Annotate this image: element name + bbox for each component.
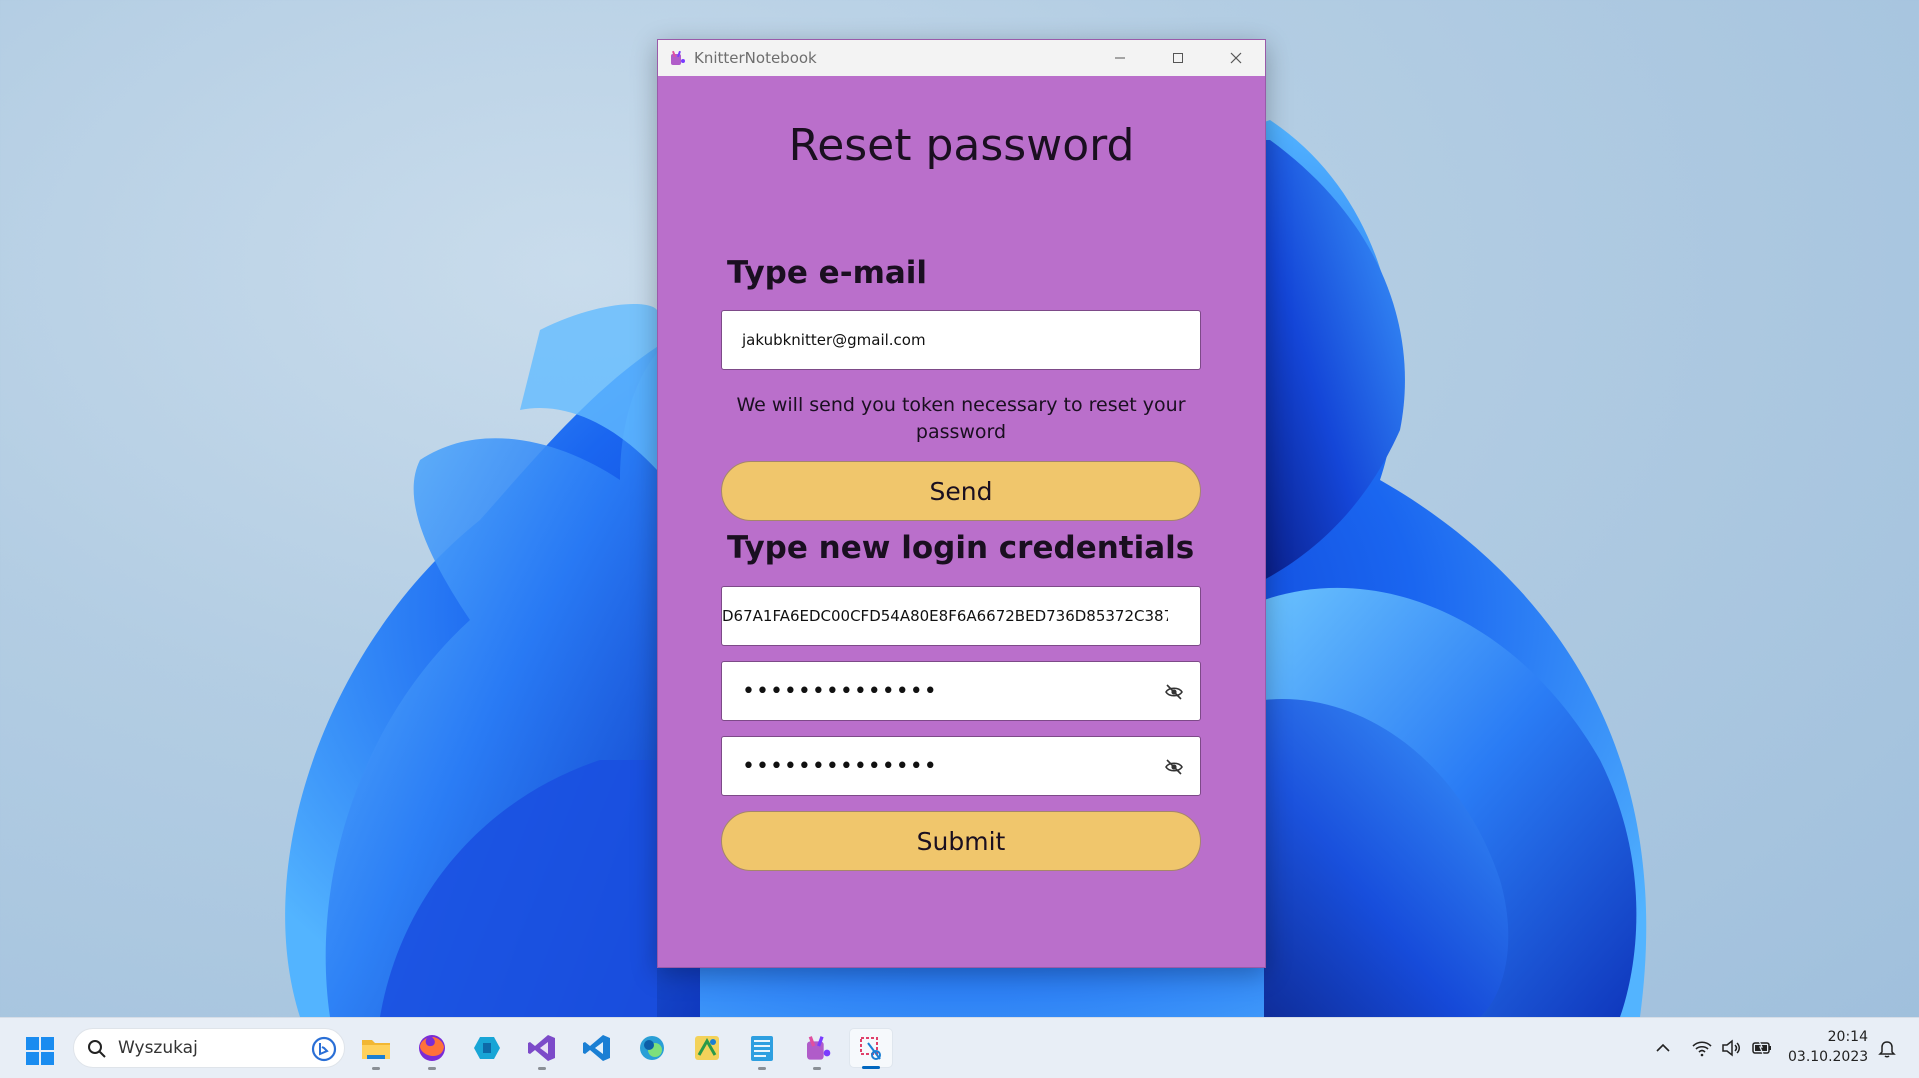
submit-button[interactable]: Submit xyxy=(721,811,1201,871)
send-button[interactable]: Send xyxy=(721,461,1201,521)
visual-studio-icon[interactable] xyxy=(520,1028,564,1070)
file-explorer-icon[interactable] xyxy=(354,1028,398,1070)
reset-password-window: KnitterNotebook Reset password Type e-ma… xyxy=(657,39,1266,968)
knitternotebook-icon[interactable] xyxy=(795,1028,839,1070)
maximize-icon xyxy=(1173,53,1183,63)
system-clock[interactable]: 20:14 03.10.2023 xyxy=(1788,1027,1868,1067)
new-password-value: •••••••••••••• xyxy=(742,678,938,704)
knitternotebook-app-icon xyxy=(671,50,685,65)
notepad-icon[interactable] xyxy=(740,1028,784,1070)
page-title: Reset password xyxy=(788,120,1135,171)
close-button[interactable] xyxy=(1207,40,1265,76)
email-field[interactable]: jakubknitter@gmail.com xyxy=(721,310,1201,370)
sql-tools-icon[interactable] xyxy=(685,1028,729,1068)
firefox-icon[interactable] xyxy=(410,1028,454,1070)
token-value: D67A1FA6EDC00CFD54A80E8F6A6672BED736D853… xyxy=(722,607,1168,625)
email-note: We will send you token necessary to rese… xyxy=(736,394,1186,443)
maximize-button[interactable] xyxy=(1149,40,1207,76)
bing-chat-icon[interactable] xyxy=(310,1035,338,1063)
vscode-icon[interactable] xyxy=(575,1028,619,1068)
credentials-section-label: Type new login credentials xyxy=(727,530,1195,566)
taskbar: Wyszukaj 20:14 03.10.2023 xyxy=(0,1017,1919,1078)
battery-icon[interactable] xyxy=(1751,1037,1773,1059)
wifi-icon[interactable] xyxy=(1691,1037,1713,1059)
snipping-tool-icon[interactable] xyxy=(849,1028,893,1069)
azure-data-studio-icon[interactable] xyxy=(465,1028,509,1068)
email-section-label: Type e-mail xyxy=(727,255,928,291)
taskbar-search[interactable]: Wyszukaj xyxy=(73,1028,345,1068)
minimize-button[interactable] xyxy=(1091,40,1149,76)
hide-password-icon[interactable] xyxy=(1164,757,1184,777)
hide-password-icon[interactable] xyxy=(1164,682,1184,702)
minimize-icon xyxy=(1115,57,1125,59)
token-field[interactable]: D67A1FA6EDC00CFD54A80E8F6A6672BED736D853… xyxy=(721,586,1201,646)
new-password-field[interactable]: •••••••••••••• xyxy=(721,661,1201,721)
clock-time: 20:14 xyxy=(1827,1029,1868,1045)
edge-dev-icon[interactable] xyxy=(630,1028,674,1068)
clock-date: 03.10.2023 xyxy=(1788,1049,1869,1065)
repeat-password-field[interactable]: •••••••••••••• xyxy=(721,736,1201,796)
notification-bell-icon[interactable] xyxy=(1876,1037,1898,1059)
window-title: KnitterNotebook xyxy=(694,49,817,67)
chevron-up-icon[interactable] xyxy=(1652,1037,1674,1059)
volume-icon[interactable] xyxy=(1720,1037,1742,1059)
windows-start-icon[interactable] xyxy=(25,1036,55,1066)
title-bar[interactable]: KnitterNotebook xyxy=(658,40,1265,76)
close-icon xyxy=(1230,52,1242,64)
email-value: jakubknitter@gmail.com xyxy=(742,331,926,349)
repeat-password-value: •••••••••••••• xyxy=(742,753,938,779)
search-label: Wyszukaj xyxy=(118,1038,198,1058)
search-icon xyxy=(88,1040,106,1058)
